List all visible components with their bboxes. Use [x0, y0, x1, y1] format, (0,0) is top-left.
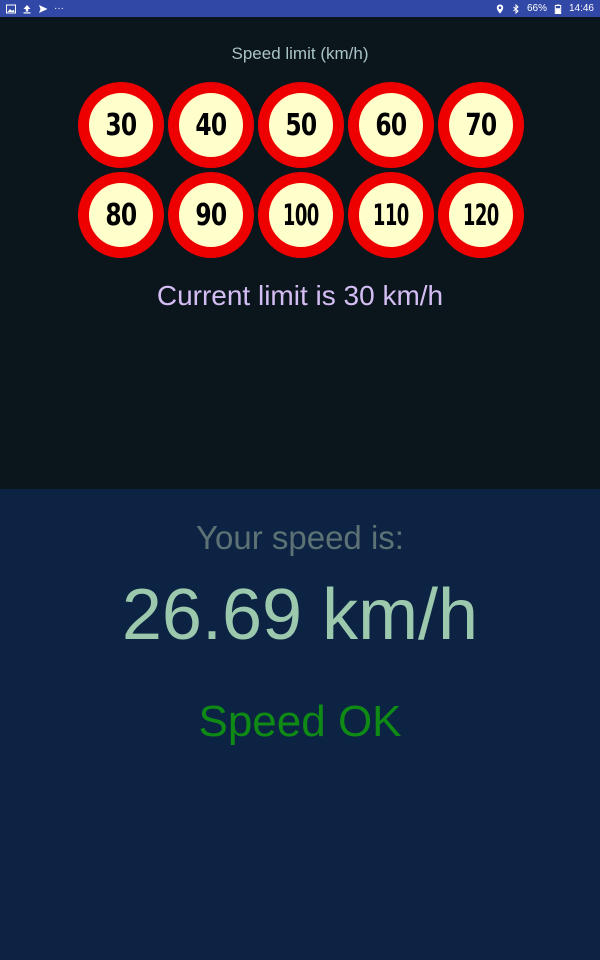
image-icon [6, 4, 16, 14]
speed-panel: Your speed is: 26.69 km/h Speed OK [0, 489, 600, 960]
sign-label: 110 [373, 198, 409, 232]
location-icon [495, 4, 505, 14]
status-bar-right: 66% 14:46 [495, 2, 594, 14]
speed-limit-sign-120[interactable]: 120 [438, 172, 524, 258]
sign-label: 100 [283, 198, 319, 232]
battery-percent: 66% [526, 2, 547, 14]
upload-icon [22, 4, 32, 14]
sign-label: 30 [105, 107, 137, 143]
speed-limit-sign-70[interactable]: 70 [438, 82, 524, 168]
speed-status: Speed OK [198, 697, 402, 746]
more-icon: ··· [54, 2, 64, 14]
sign-label: 90 [195, 197, 227, 233]
speed-limit-title: Speed limit (km/h) [231, 44, 369, 63]
sign-label: 60 [375, 107, 407, 143]
sign-label: 70 [465, 107, 497, 143]
speed-limit-sign-50[interactable]: 50 [258, 82, 344, 168]
speed-limit-sign-110[interactable]: 110 [348, 172, 434, 258]
speed-limit-sign-grid: 30 40 50 60 70 80 90 100 110 120 [76, 80, 526, 260]
speed-limit-sign-60[interactable]: 60 [348, 82, 434, 168]
sign-label: 50 [285, 107, 317, 143]
sign-label: 40 [195, 107, 227, 143]
battery-icon [553, 4, 563, 14]
speed-caption: Your speed is: [196, 519, 404, 556]
app-screen: ··· 66% 14:46 Speed limit (km/h) 30 40 5… [0, 0, 600, 960]
sign-label: 80 [105, 197, 137, 233]
current-limit-text: Current limit is 30 km/h [156, 280, 444, 311]
bluetooth-icon [511, 3, 521, 14]
sign-label: 120 [463, 198, 499, 232]
send-icon [38, 4, 48, 14]
status-bar-left: ··· [6, 2, 64, 14]
speed-limit-sign-100[interactable]: 100 [258, 172, 344, 258]
speed-limit-sign-90[interactable]: 90 [168, 172, 254, 258]
speed-limit-panel: Speed limit (km/h) 30 40 50 60 70 80 90 [0, 17, 600, 489]
speed-limit-sign-40[interactable]: 40 [168, 82, 254, 168]
speed-limit-sign-80[interactable]: 80 [78, 172, 164, 258]
speed-limit-sign-30[interactable]: 30 [78, 82, 164, 168]
status-bar: ··· 66% 14:46 [0, 0, 600, 17]
speed-value: 26.69 km/h [121, 575, 479, 655]
status-time: 14:46 [568, 2, 594, 14]
